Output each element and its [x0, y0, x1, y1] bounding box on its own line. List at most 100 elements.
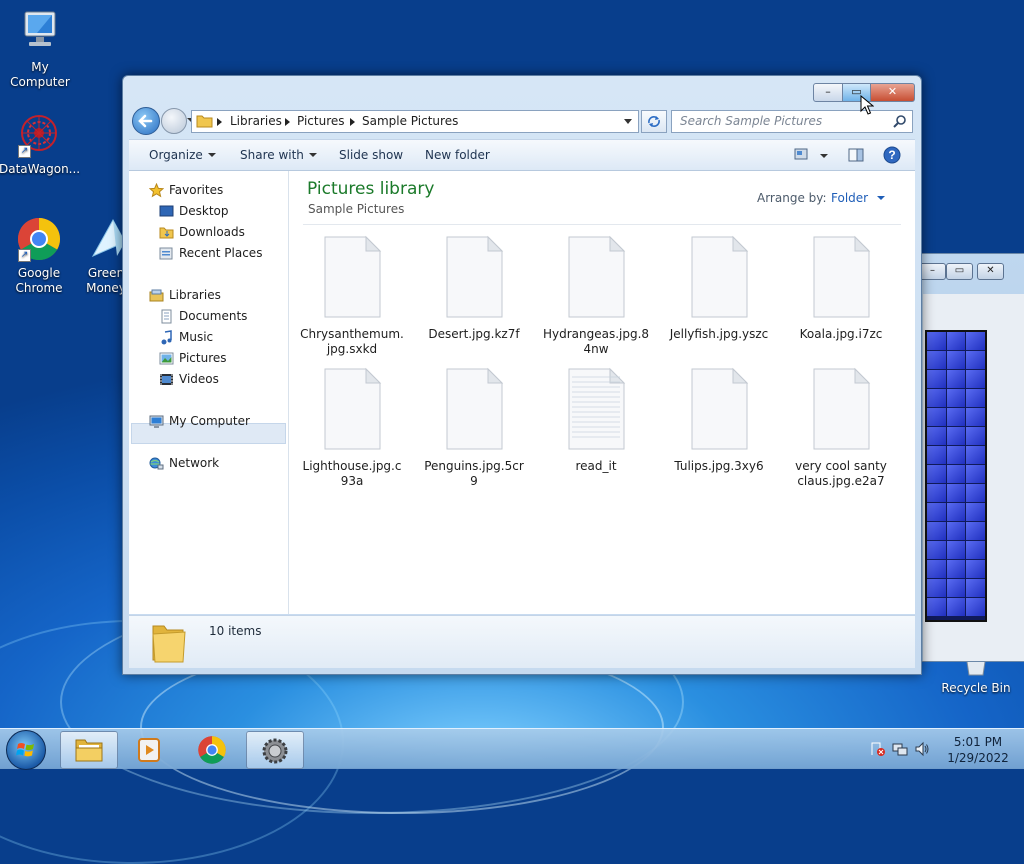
grid-tile[interactable] [966, 370, 985, 388]
grid-tile[interactable] [946, 427, 966, 445]
grid-tile[interactable] [966, 560, 985, 578]
grid-tile[interactable] [927, 351, 946, 369]
grid-tile[interactable] [946, 408, 966, 426]
grid-tile[interactable] [927, 465, 946, 483]
datawagon-icon: ↗ [16, 112, 62, 158]
clock[interactable]: 5:01 PM 1/29/2022 [938, 734, 1018, 766]
taskbar-media-player-button[interactable] [121, 731, 177, 767]
grid-tile[interactable] [966, 389, 985, 407]
file-item[interactable]: Desert.jpg.kz7f [419, 235, 529, 342]
bg-close-button[interactable]: ✕ [977, 263, 1004, 280]
explorer-window[interactable]: – ▭ ✕ Libraries Pictures Sample Pictures… [122, 75, 922, 675]
grid-tile[interactable] [966, 503, 985, 521]
back-button[interactable] [132, 107, 160, 135]
preview-pane-icon[interactable] [848, 148, 864, 162]
grid-tile[interactable] [946, 598, 966, 616]
grid-tile[interactable] [927, 484, 946, 502]
grid-tile[interactable] [946, 465, 966, 483]
library-subtitle: Sample Pictures [308, 202, 405, 216]
grid-tile[interactable] [946, 541, 966, 559]
grid-tile[interactable] [966, 541, 985, 559]
grid-tile[interactable] [927, 598, 946, 616]
network-status-icon[interactable] [892, 741, 908, 757]
close-button[interactable]: ✕ [871, 83, 915, 102]
desktop-icon-datawagon[interactable]: ↗ DataWagon... [0, 112, 80, 177]
tile-grid[interactable] [925, 330, 987, 622]
folder-icon [152, 625, 186, 663]
grid-tile[interactable] [927, 579, 946, 597]
share-with-button[interactable]: Share with [240, 148, 317, 162]
slide-show-button[interactable]: Slide show [339, 148, 403, 162]
grid-tile[interactable] [966, 598, 985, 616]
grid-tile[interactable] [966, 332, 985, 350]
minimize-button[interactable]: – [813, 83, 843, 102]
taskbar-chrome-button[interactable] [184, 731, 240, 767]
file-name: Penguins.jpg.5cr 9 [424, 459, 524, 488]
volume-icon[interactable] [914, 741, 930, 757]
grid-tile[interactable] [946, 370, 966, 388]
grid-tile[interactable] [966, 351, 985, 369]
forward-button[interactable] [161, 108, 187, 134]
grid-tile[interactable] [927, 446, 946, 464]
grid-tile[interactable] [927, 427, 946, 445]
grid-tile[interactable] [946, 389, 966, 407]
help-icon[interactable]: ? [883, 146, 901, 164]
grid-tile[interactable] [966, 522, 985, 540]
file-item[interactable]: Jellyfish.jpg.yszc [664, 235, 774, 342]
refresh-button[interactable] [641, 110, 667, 133]
file-item[interactable]: read_it [541, 367, 651, 474]
breadcrumb-libraries[interactable]: Libraries [230, 114, 282, 128]
file-item[interactable]: very cool santy claus.jpg.e2a7 [786, 367, 896, 489]
grid-tile[interactable] [927, 408, 946, 426]
action-center-icon[interactable] [870, 741, 886, 757]
grid-tile[interactable] [966, 465, 985, 483]
grid-tile[interactable] [966, 484, 985, 502]
grid-tile[interactable] [946, 351, 966, 369]
bg-maximize-button[interactable]: ▭ [946, 263, 973, 280]
file-item[interactable]: Tulips.jpg.3xy6 [664, 367, 774, 474]
grid-tile[interactable] [927, 560, 946, 578]
grid-tile[interactable] [946, 560, 966, 578]
file-item[interactable]: Chrysanthemum. jpg.sxkd [297, 235, 407, 357]
grid-tile[interactable] [966, 427, 985, 445]
breadcrumb-sample-pictures[interactable]: Sample Pictures [362, 114, 458, 128]
grid-tile[interactable] [966, 446, 985, 464]
organize-button[interactable]: Organize [149, 148, 216, 162]
grid-tile[interactable] [927, 332, 946, 350]
grid-tile[interactable] [946, 484, 966, 502]
address-bar[interactable]: Libraries Pictures Sample Pictures [191, 110, 639, 133]
navigation-pane: Favorites Desktop Downloads Recent Place… [129, 171, 289, 614]
file-name: Chrysanthemum. jpg.sxkd [300, 327, 404, 356]
new-folder-button[interactable]: New folder [425, 148, 490, 162]
search-icon[interactable] [893, 114, 907, 128]
blank-document-icon [809, 235, 873, 319]
background-window[interactable]: – ▭ ✕ [918, 253, 1024, 662]
bg-minimize-button[interactable]: – [919, 263, 946, 280]
taskbar-explorer-button[interactable] [60, 731, 118, 769]
address-dropdown-icon[interactable] [624, 119, 632, 124]
grid-tile[interactable] [927, 370, 946, 388]
grid-tile[interactable] [927, 522, 946, 540]
grid-tile[interactable] [946, 332, 966, 350]
grid-tile[interactable] [927, 541, 946, 559]
start-button[interactable] [6, 730, 46, 770]
grid-tile[interactable] [966, 408, 985, 426]
file-item[interactable]: Hydrangeas.jpg.8 4nw [541, 235, 651, 357]
grid-tile[interactable] [927, 503, 946, 521]
file-item[interactable]: Penguins.jpg.5cr 9 [419, 367, 529, 489]
grid-tile[interactable] [946, 522, 966, 540]
blank-document-icon [320, 367, 384, 451]
grid-tile[interactable] [946, 503, 966, 521]
search-box[interactable]: Search Sample Pictures [671, 110, 913, 133]
file-item[interactable]: Koala.jpg.i7zc [786, 235, 896, 342]
view-options-button[interactable] [794, 148, 828, 163]
grid-tile[interactable] [946, 446, 966, 464]
arrange-by-dropdown[interactable]: Folder [831, 191, 885, 205]
breadcrumb-pictures[interactable]: Pictures [297, 114, 345, 128]
desktop-icon-my-computer[interactable]: My Computer [0, 10, 80, 90]
file-item[interactable]: Lighthouse.jpg.c 93a [297, 367, 407, 489]
grid-tile[interactable] [946, 579, 966, 597]
grid-tile[interactable] [927, 389, 946, 407]
taskbar-app-button[interactable] [246, 731, 304, 769]
grid-tile[interactable] [966, 579, 985, 597]
